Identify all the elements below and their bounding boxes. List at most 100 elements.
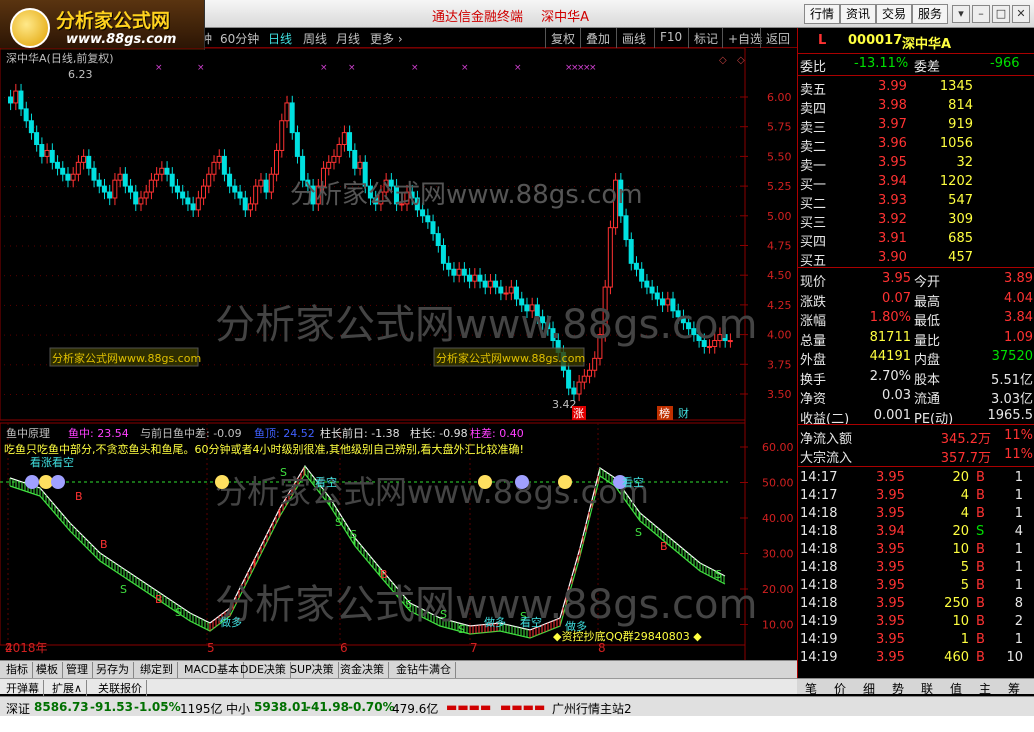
quote-tab-3[interactable]: 势 (892, 680, 904, 697)
tick-time: 14:18 (800, 506, 838, 521)
candle-body (174, 185, 180, 193)
buy-level-label: 买二 (800, 197, 827, 212)
candle-body (18, 90, 24, 110)
quote-tab-4[interactable]: 联 (921, 680, 933, 697)
stock-name-title: 深中华A (541, 10, 590, 25)
badge-zhang: 涨 (573, 407, 584, 420)
trade-button[interactable]: 交易 (876, 4, 913, 24)
candle-body (576, 381, 582, 395)
tool-draw[interactable]: 画线 (622, 30, 646, 47)
flow-pct: 11% (1004, 447, 1033, 462)
candle-body (169, 173, 175, 187)
bottom-tab-5[interactable]: MACD基本 (180, 662, 244, 678)
extra-tab-0[interactable]: 开弹幕 (2, 680, 44, 696)
close-icon[interactable]: ✕ (1012, 5, 1030, 23)
candle-body (122, 173, 128, 187)
month-label: 4 (5, 641, 13, 655)
extra-tab-1[interactable]: 扩展∧ (48, 680, 88, 696)
tool-f10[interactable]: F10 (660, 30, 682, 44)
price-tick-label: 3.75 (767, 358, 792, 371)
bs-marker: S (458, 623, 465, 636)
server-site[interactable]: 广州行情主站2 (552, 700, 632, 717)
quote-tab-1[interactable]: 价 (834, 680, 846, 697)
bottom-tab-2[interactable]: 管理 (62, 662, 93, 678)
smiley-icon (39, 475, 53, 489)
quote-row: 总量 81711 量比 1.09 (798, 329, 1034, 349)
market-button[interactable]: 行情 (804, 4, 841, 24)
period-weekly[interactable]: 周线 (303, 30, 327, 47)
buy-price: 3.93 (878, 193, 907, 208)
stat-value: 1.09 (1004, 329, 1033, 345)
signal-tag: 做多 (484, 615, 506, 629)
month-label: 6 (340, 641, 348, 655)
bottom-tab-8[interactable]: 资金决策 (336, 662, 389, 678)
tick-side: B (976, 596, 985, 611)
candle-body (216, 155, 222, 163)
tool-restore-rights[interactable]: 复权 (551, 30, 575, 47)
period-daily[interactable]: 日线 (268, 30, 292, 47)
candle-body (279, 120, 285, 151)
window-title: 通达信金融终端 深中华A (432, 6, 603, 25)
candle-body (446, 262, 452, 270)
sell-level-label: 卖四 (800, 102, 827, 117)
bottom-tab-1[interactable]: 模板 (32, 662, 63, 678)
quote-tab-2[interactable]: 细 (863, 680, 875, 697)
candle-body (190, 203, 196, 211)
maximize-icon[interactable]: □ (992, 5, 1010, 23)
news-button[interactable]: 资讯 (840, 4, 877, 24)
terminal-name: 通达信金融终端 (432, 10, 524, 25)
period-monthly[interactable]: 月线 (336, 30, 360, 47)
minimize-icon[interactable]: – (972, 5, 990, 23)
bottom-tab-4[interactable]: 绑定到 (136, 662, 178, 678)
quote-row: 收益(二) 0.001 PE(动) 1965.5 (798, 407, 1034, 427)
candle-body (70, 173, 76, 181)
stat-label: 换手 (800, 372, 827, 388)
indicator-note: 吃鱼只吃鱼中部分,不贪恋鱼头和鱼尾。60分钟或者4小时级别很准,其他级别自己辨别… (4, 442, 524, 456)
candle-body (341, 132, 347, 146)
extra-tab-2[interactable]: 关联报价 (94, 680, 147, 696)
bs-marker: S (635, 526, 642, 539)
tool-add-watch[interactable]: +自选 (728, 30, 762, 47)
badge-bang: 榜 (659, 406, 670, 420)
quote-tab-5[interactable]: 值 (950, 680, 962, 697)
tick-time: 14:17 (800, 470, 838, 485)
candle-body (101, 185, 107, 193)
menu-icon[interactable]: ▾ (952, 5, 970, 23)
candle-body (352, 149, 358, 169)
quote-tab-7[interactable]: 筹 (1008, 680, 1020, 697)
bottom-tab-9[interactable]: 金钻牛满仓 (392, 662, 456, 678)
service-button[interactable]: 服务 (912, 4, 949, 24)
tick-side: B (976, 542, 985, 557)
quote-tab-0[interactable]: 笔 (805, 680, 817, 697)
quote-row: 净流入额 345.2万 11% (798, 427, 1034, 447)
signal-marker: × (411, 63, 419, 73)
chart-area[interactable]: 6.00 5.75 5.50 5.25 5.00 4.75 4.50 4.25 4.00 3.75… (0, 48, 797, 660)
stock-name: 深中华A (902, 37, 952, 52)
tool-mark[interactable]: 标记 (694, 30, 718, 47)
bottom-tab-0[interactable]: 指标 (2, 662, 33, 678)
indicator-value: 鱼中: 23.54 (68, 426, 129, 440)
quote-tab-6[interactable]: 主 (979, 680, 991, 697)
flow-label: 净流入额 (800, 432, 853, 447)
candle-body (268, 173, 274, 193)
bottom-tab-7[interactable]: SUP决策 (286, 662, 339, 678)
candle-body (289, 102, 295, 134)
bs-marker: S (440, 608, 447, 621)
tool-overlay[interactable]: 叠加 (586, 30, 610, 47)
tick-count: 8 (1014, 596, 1023, 611)
bottom-tab-6[interactable]: DDE决策 (236, 662, 291, 678)
period-more[interactable]: 更多 › (370, 30, 403, 47)
watermark-label: 分析家公式网www.88gs.com (436, 351, 585, 365)
signal-marker: × (320, 63, 328, 73)
tool-back[interactable]: 返回 (766, 30, 790, 47)
buy-price: 3.90 (878, 250, 907, 265)
candle-body (263, 179, 269, 193)
bottom-tab-3[interactable]: 另存为 (92, 662, 134, 678)
tick-price: 3.95 (876, 614, 905, 629)
index-zx-change: -41.98 (306, 700, 349, 714)
period-60min[interactable]: 60分钟 (220, 30, 259, 47)
candle-body (65, 173, 71, 181)
sell-price: 3.98 (878, 98, 907, 113)
candle-body (472, 274, 478, 282)
corner-diamond: ◇ (737, 55, 745, 66)
